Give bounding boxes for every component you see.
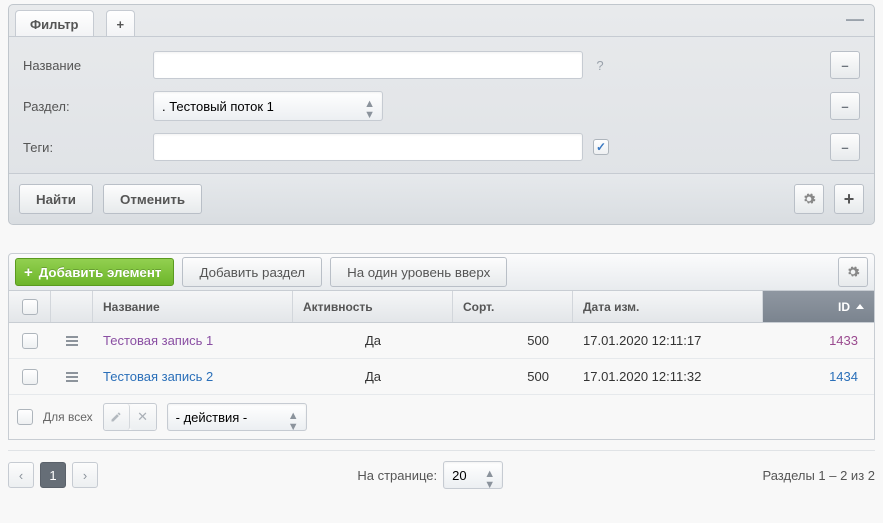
help-icon[interactable]: ? — [593, 58, 607, 73]
razdel-select[interactable]: . Тестовый поток 1 ▲▼ — [153, 91, 383, 121]
drag-handle[interactable] — [51, 370, 93, 384]
row-active: Да — [293, 369, 453, 384]
row-id: 1433 — [829, 333, 858, 348]
pencil-icon — [110, 411, 122, 423]
remove-razdel-button[interactable]: – — [830, 92, 860, 120]
plus-icon: + — [24, 264, 33, 281]
actions-select-value[interactable]: - действия - — [167, 403, 307, 431]
burger-icon — [66, 334, 78, 348]
per-page-value[interactable]: 20 — [443, 461, 503, 489]
collapse-filter-icon[interactable]: — — [846, 13, 864, 25]
tags-input[interactable] — [153, 133, 583, 161]
burger-icon — [66, 370, 78, 384]
for-all-label: Для всех — [43, 410, 93, 424]
pager-summary: Разделы 1 – 2 из 2 — [762, 468, 875, 483]
row-active: Да — [293, 333, 453, 348]
grid-header: Название Активность Сорт. Дата изм. ID — [9, 291, 874, 323]
grid-toolbar: + Добавить элемент Добавить раздел На од… — [8, 253, 875, 291]
add-filter-tab[interactable]: + — [106, 10, 136, 37]
delete-button[interactable]: ✕ — [130, 404, 156, 430]
col-sort[interactable]: Сорт. — [453, 291, 573, 322]
for-all-checkbox[interactable] — [17, 409, 33, 425]
col-id[interactable]: ID — [763, 291, 874, 322]
cancel-button[interactable]: Отменить — [103, 184, 202, 214]
drag-handle[interactable] — [51, 334, 93, 348]
add-filter-button[interactable]: + — [834, 184, 864, 214]
grid-settings-button[interactable] — [838, 257, 868, 287]
sort-asc-icon — [856, 304, 864, 309]
razdel-select-value[interactable]: . Тестовый поток 1 — [153, 91, 383, 121]
row-id: 1434 — [829, 369, 858, 384]
tags-checkbox[interactable] — [593, 139, 609, 155]
table-row: Тестовая запись 2 Да50017.01.2020 12:11:3… — [9, 359, 874, 395]
prev-page-button[interactable]: ‹ — [8, 462, 34, 488]
gear-icon — [846, 265, 860, 279]
actions-select[interactable]: - действия - ▲▼ — [167, 403, 307, 431]
remove-tags-button[interactable]: – — [830, 133, 860, 161]
filter-panel: Фильтр + — Название ? – Раздел: . Тестов… — [8, 4, 875, 225]
edit-button[interactable] — [104, 404, 130, 430]
settings-button[interactable] — [794, 184, 824, 214]
table-row: Тестовая запись 1 Да50017.01.2020 12:11:1… — [9, 323, 874, 359]
select-all-checkbox[interactable] — [22, 299, 38, 315]
page-current[interactable]: 1 — [40, 462, 66, 488]
row-date: 17.01.2020 12:11:32 — [573, 369, 763, 384]
row-checkbox[interactable] — [22, 369, 38, 385]
grid-footer: Для всех ✕ - действия - ▲▼ — [9, 395, 874, 439]
razdel-label: Раздел: — [23, 99, 153, 114]
row-checkbox[interactable] — [22, 333, 38, 349]
filter-tab[interactable]: Фильтр — [15, 10, 94, 37]
col-date[interactable]: Дата изм. — [573, 291, 763, 322]
add-element-label: Добавить элемент — [39, 265, 162, 280]
add-section-button[interactable]: Добавить раздел — [182, 257, 322, 287]
row-sort: 500 — [453, 333, 573, 348]
next-page-button[interactable]: › — [72, 462, 98, 488]
per-page-label: На странице: — [357, 468, 437, 483]
filter-tabs: Фильтр + — — [9, 5, 874, 37]
name-input[interactable] — [153, 51, 583, 79]
pager: ‹ 1 › На странице: 20 ▲▼ Разделы 1 – 2 и… — [8, 450, 875, 489]
data-grid: Название Активность Сорт. Дата изм. ID Т… — [8, 291, 875, 440]
row-name-link[interactable]: Тестовая запись 2 — [103, 369, 213, 384]
per-page-select[interactable]: 20 ▲▼ — [443, 461, 503, 489]
col-name[interactable]: Название — [93, 291, 293, 322]
row-name-link[interactable]: Тестовая запись 1 — [103, 333, 213, 348]
find-button[interactable]: Найти — [19, 184, 93, 214]
row-date: 17.01.2020 12:11:17 — [573, 333, 763, 348]
level-up-button[interactable]: На один уровень вверх — [330, 257, 507, 287]
name-label: Название — [23, 58, 153, 73]
tags-label: Теги: — [23, 140, 153, 155]
gear-icon — [802, 192, 816, 206]
remove-name-button[interactable]: – — [830, 51, 860, 79]
col-activity[interactable]: Активность — [293, 291, 453, 322]
add-element-button[interactable]: + Добавить элемент — [15, 258, 174, 286]
row-sort: 500 — [453, 369, 573, 384]
